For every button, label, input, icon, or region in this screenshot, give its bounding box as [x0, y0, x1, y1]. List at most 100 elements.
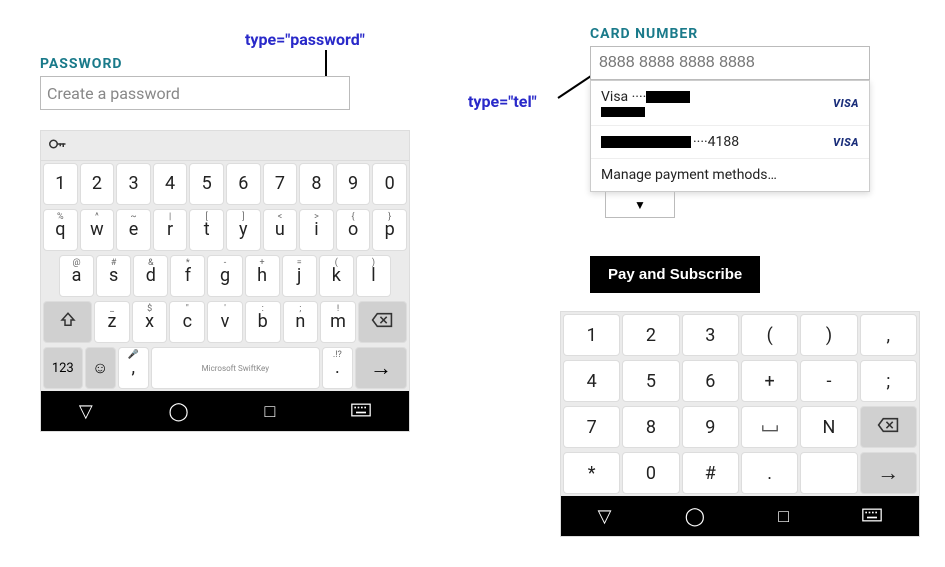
- annotation-password-type: type="password": [245, 30, 365, 49]
- key-g[interactable]: -g: [207, 255, 242, 297]
- android-navbar: ▽ ◯ □: [41, 391, 409, 431]
- saved-card-item-2[interactable]: ····4188 VISA: [591, 126, 869, 159]
- key-period[interactable]: .!?.: [322, 347, 353, 389]
- key-shift[interactable]: [43, 301, 92, 343]
- key-y[interactable]: ]y: [226, 209, 261, 251]
- key-enter[interactable]: →: [355, 347, 407, 389]
- numkey-lparen[interactable]: (: [741, 314, 798, 356]
- numkey-1[interactable]: 1: [563, 314, 620, 356]
- key-p[interactable]: }p: [372, 209, 407, 251]
- key-3[interactable]: 3: [116, 163, 151, 205]
- key-i[interactable]: >i: [299, 209, 334, 251]
- visa-logo-icon: VISA: [833, 136, 859, 149]
- qwerty-keyboard: 1 2 3 4 5 6 7 8 9 0 %q ^w ~e |r [t ]y <u…: [40, 130, 410, 432]
- key-q[interactable]: %q: [43, 209, 78, 251]
- numkey-comma[interactable]: ,: [860, 314, 917, 356]
- numkey-star[interactable]: *: [563, 452, 620, 494]
- password-input[interactable]: [40, 76, 350, 110]
- key-7[interactable]: 7: [263, 163, 298, 205]
- numkey-6[interactable]: 6: [682, 360, 739, 402]
- numkey-9[interactable]: 9: [682, 406, 739, 448]
- numkey-blank2[interactable]: [800, 452, 857, 494]
- key-l[interactable]: )l: [356, 255, 391, 297]
- cardnumber-input[interactable]: [590, 46, 870, 80]
- key-backspace[interactable]: [358, 301, 407, 343]
- keyboard-row-qwerty: %q ^w ~e |r [t ]y <u >i {o }p: [41, 207, 409, 253]
- nav-recents-icon[interactable]: □: [264, 401, 275, 422]
- chevron-down-icon: ▼: [634, 198, 646, 212]
- key-comma[interactable]: 🎤,: [118, 347, 149, 389]
- numkey-semicolon[interactable]: ;: [860, 360, 917, 402]
- numkey-8[interactable]: 8: [622, 406, 679, 448]
- pay-and-subscribe-button[interactable]: Pay and Subscribe: [590, 256, 760, 293]
- saved-card-item-1[interactable]: Visa ···· VISA: [591, 81, 869, 126]
- key-5[interactable]: 5: [189, 163, 224, 205]
- key-b[interactable]: :b: [245, 301, 281, 343]
- key-4[interactable]: 4: [153, 163, 188, 205]
- cardnumber-label: CARD NUMBER: [590, 26, 890, 42]
- key-2[interactable]: 2: [80, 163, 115, 205]
- enter-arrow-icon: →: [877, 460, 899, 486]
- nav-keyboard-icon[interactable]: [351, 401, 371, 422]
- emoji-icon: ☺: [92, 358, 108, 378]
- numkey-7[interactable]: 7: [563, 406, 620, 448]
- key-a[interactable]: @a: [59, 255, 94, 297]
- key-h[interactable]: +h: [245, 255, 280, 297]
- key-6[interactable]: 6: [226, 163, 261, 205]
- key-r[interactable]: |r: [153, 209, 188, 251]
- key-numswitch[interactable]: 123: [43, 347, 83, 389]
- numkey-2[interactable]: 2: [622, 314, 679, 356]
- key-8[interactable]: 8: [299, 163, 334, 205]
- manage-payment-methods[interactable]: Manage payment methods…: [591, 159, 869, 191]
- dropdown-stub[interactable]: ▼: [605, 192, 675, 218]
- nav-back-icon[interactable]: ▽: [598, 506, 612, 527]
- key-s[interactable]: #s: [96, 255, 131, 297]
- numkey-backspace[interactable]: [860, 406, 917, 448]
- numkey-enter[interactable]: →: [860, 452, 917, 494]
- key-e[interactable]: ~e: [116, 209, 151, 251]
- nav-keyboard-icon[interactable]: [862, 506, 882, 527]
- numkey-4[interactable]: 4: [563, 360, 620, 402]
- key-m[interactable]: !m: [320, 301, 356, 343]
- key-n[interactable]: ;n: [283, 301, 319, 343]
- nav-home-icon[interactable]: ◯: [169, 401, 189, 422]
- nav-back-icon[interactable]: ▽: [79, 401, 93, 422]
- key-1[interactable]: 1: [43, 163, 78, 205]
- numkey-n[interactable]: N: [800, 406, 857, 448]
- keyboard-row-numbers: 1 2 3 4 5 6 7 8 9 0: [41, 161, 409, 207]
- numkey-period[interactable]: .: [741, 452, 798, 494]
- numkey-0[interactable]: 0: [622, 452, 679, 494]
- key-emoji[interactable]: ☺: [85, 347, 116, 389]
- key-o[interactable]: {o: [336, 209, 371, 251]
- saved-cards-dropdown: Visa ···· VISA ····4188 VISA Manage paym…: [590, 80, 870, 192]
- key-u[interactable]: <u: [263, 209, 298, 251]
- numkey-rparen[interactable]: ): [800, 314, 857, 356]
- key-x[interactable]: $x: [132, 301, 168, 343]
- key-v[interactable]: 'v: [207, 301, 243, 343]
- key-d[interactable]: &d: [133, 255, 168, 297]
- key-k[interactable]: (k: [319, 255, 354, 297]
- numkey-minus[interactable]: -: [800, 360, 857, 402]
- numeric-keypad: 1 2 3 ( ) , 4 5 6 + - ; 7 8 9 N: [560, 311, 920, 537]
- key-spacebar[interactable]: Microsoft SwiftKey: [151, 347, 320, 389]
- numkey-5[interactable]: 5: [622, 360, 679, 402]
- numkey-hash[interactable]: #: [682, 452, 739, 494]
- numkey-plus[interactable]: +: [741, 360, 798, 402]
- backspace-icon: [877, 417, 899, 438]
- nav-home-icon[interactable]: ◯: [685, 506, 705, 527]
- visa-logo-icon: VISA: [833, 97, 859, 110]
- numkey-3[interactable]: 3: [682, 314, 739, 356]
- key-w[interactable]: ^w: [80, 209, 115, 251]
- key-t[interactable]: [t: [189, 209, 224, 251]
- key-c[interactable]: "c: [169, 301, 205, 343]
- keyboard-row-asdf: @a #s &d *f -g +h =j (k )l: [41, 253, 409, 299]
- key-f[interactable]: *f: [170, 255, 205, 297]
- backspace-icon: [371, 312, 393, 332]
- key-0[interactable]: 0: [372, 163, 407, 205]
- numkey-blank[interactable]: [741, 406, 798, 448]
- key-9[interactable]: 9: [336, 163, 371, 205]
- key-z[interactable]: _z: [94, 301, 130, 343]
- nav-recents-icon[interactable]: □: [778, 506, 789, 527]
- key-j[interactable]: =j: [282, 255, 317, 297]
- android-navbar-right: ▽ ◯ □: [561, 496, 919, 536]
